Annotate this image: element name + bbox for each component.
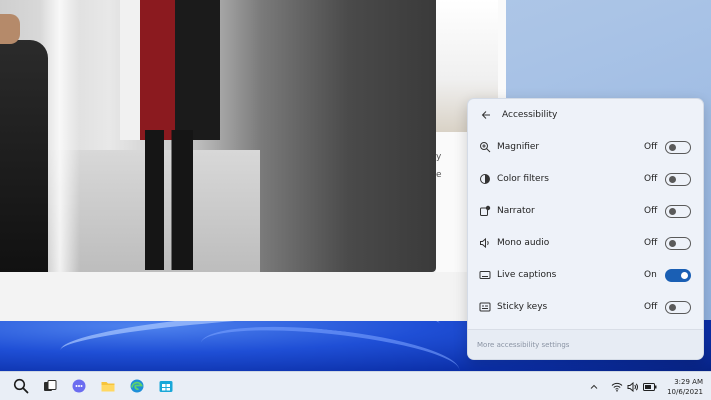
color-filters-state: Off (644, 174, 658, 184)
color-filters-label: Color filters (497, 174, 549, 184)
video-person-walking (120, 0, 220, 140)
clock[interactable]: 3:29 AM 10/6/2021 (663, 377, 711, 397)
chat-button[interactable] (64, 373, 93, 399)
live-captions-icon (478, 268, 492, 282)
task-view-icon (43, 380, 56, 391)
sticky-keys-icon (478, 300, 492, 314)
flyout-footer: More accessibility settings (468, 329, 703, 359)
magnifier-icon (478, 140, 492, 154)
store-button[interactable] (151, 373, 180, 399)
flyout-header: Accessibility (468, 99, 703, 131)
color-filters-toggle[interactable] (665, 172, 691, 186)
file-explorer-icon (101, 382, 114, 392)
mono-audio-label: Mono audio (497, 238, 550, 248)
clock-date: 10/6/2021 (667, 387, 703, 396)
accessibility-list: Magnifier Off Color filters Off Narrator… (468, 131, 703, 323)
battery-icon (643, 382, 657, 391)
task-view-button[interactable] (35, 373, 64, 399)
video-person-head (0, 14, 20, 44)
magnifier-toggle[interactable] (665, 140, 691, 154)
store-icon (159, 381, 172, 392)
app-truncated-text-1: y (436, 152, 442, 162)
narrator-icon (478, 204, 492, 218)
taskbar-apps (6, 373, 180, 399)
system-tray: 3:29 AM 10/6/2021 (587, 372, 711, 400)
mono-audio-row[interactable]: Mono audio Off (468, 227, 703, 259)
back-button[interactable] (472, 101, 500, 129)
mono-audio-toggle[interactable] (665, 236, 691, 250)
narrator-label: Narrator (497, 206, 535, 216)
sticky-keys-state: Off (644, 302, 658, 312)
magnifier-state: Off (644, 142, 658, 152)
sticky-keys-label: Sticky keys (497, 302, 548, 312)
mono-audio-state: Off (644, 238, 658, 248)
clock-time: 3:29 AM (674, 377, 703, 386)
show-hidden-icons-button[interactable] (587, 374, 601, 400)
back-arrow-icon (481, 111, 490, 119)
volume-icon (627, 381, 639, 392)
taskbar: 3:29 AM 10/6/2021 (0, 371, 711, 400)
search-button[interactable] (6, 373, 35, 399)
video-person-wheelchair (0, 40, 48, 272)
live-captions-toggle[interactable] (665, 268, 691, 282)
magnifier-row[interactable]: Magnifier Off (468, 131, 703, 163)
search-icon (13, 378, 28, 394)
mono-audio-icon (478, 236, 492, 250)
edge-button[interactable] (122, 373, 151, 399)
video-frame[interactable] (0, 0, 436, 272)
color-filters-icon (478, 172, 492, 186)
chat-icon (72, 379, 85, 393)
file-explorer-button[interactable] (93, 373, 122, 399)
app-truncated-text-2: e (436, 170, 442, 180)
live-captions-label: Live captions (497, 270, 557, 280)
narrator-state: Off (644, 206, 658, 216)
sticky-keys-toggle[interactable] (665, 300, 691, 314)
live-captions-state: On (644, 270, 657, 280)
video-person-legs (145, 130, 193, 270)
color-filters-row[interactable]: Color filters Off (468, 163, 703, 195)
live-captions-row[interactable]: Live captions On (468, 259, 703, 291)
narrator-row[interactable]: Narrator Off (468, 195, 703, 227)
quick-settings-button[interactable] (605, 374, 663, 400)
accessibility-flyout: Accessibility Magnifier Off Color filter… (467, 98, 704, 360)
chevron-up-icon (590, 384, 598, 389)
edge-icon (130, 379, 143, 393)
magnifier-label: Magnifier (497, 142, 540, 152)
flyout-title: Accessibility (502, 110, 558, 120)
wifi-icon (611, 382, 623, 392)
narrator-toggle[interactable] (665, 204, 691, 218)
more-accessibility-settings-link[interactable]: More accessibility settings (477, 341, 569, 349)
sticky-keys-row[interactable]: Sticky keys Off (468, 291, 703, 323)
app-window: y e (0, 0, 506, 321)
